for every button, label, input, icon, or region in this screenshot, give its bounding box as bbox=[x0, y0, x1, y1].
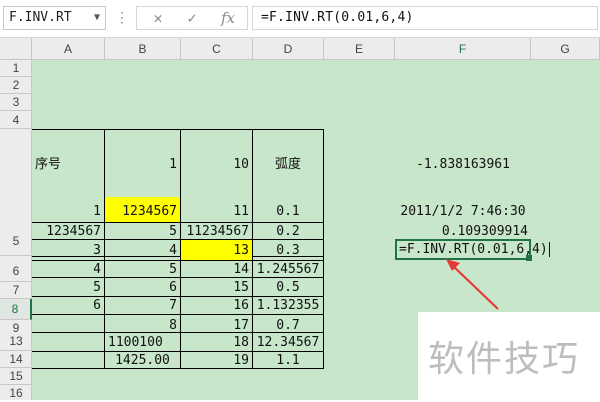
watermark-text: 软件技巧 bbox=[428, 339, 581, 380]
cell-a11[interactable]: 6 bbox=[32, 297, 105, 315]
row-header-16[interactable]: 16 bbox=[0, 385, 32, 400]
cell-b6[interactable]: 1234567 bbox=[105, 197, 181, 223]
column-header-e[interactable]: E bbox=[324, 38, 395, 60]
column-header-d[interactable]: D bbox=[253, 38, 324, 60]
cell-c10[interactable]: 15 bbox=[181, 278, 253, 297]
cell-d8[interactable]: 0.3 bbox=[253, 240, 324, 261]
cell-c12[interactable]: 17 bbox=[181, 315, 253, 333]
row-header-1[interactable]: 1 bbox=[0, 60, 32, 77]
row-header-7[interactable]: 7 bbox=[0, 282, 32, 299]
cell-c11[interactable]: 16 bbox=[181, 297, 253, 315]
cell-a9[interactable]: 4 bbox=[32, 261, 105, 278]
column-header-b[interactable]: B bbox=[105, 38, 181, 60]
chevron-down-icon[interactable]: ▼ bbox=[94, 7, 100, 29]
row-header-6[interactable]: 6 bbox=[0, 256, 32, 282]
cell-a10[interactable]: 5 bbox=[32, 278, 105, 297]
select-all-corner[interactable] bbox=[0, 38, 32, 60]
column-header-g[interactable]: G bbox=[531, 38, 600, 60]
cancel-icon[interactable]: ✕ bbox=[143, 7, 173, 29]
cell-c7[interactable]: 11234567 bbox=[181, 223, 253, 240]
cell-d7[interactable]: 0.2 bbox=[253, 223, 324, 240]
cell-a8[interactable]: 3 bbox=[32, 240, 105, 261]
column-header-c[interactable]: C bbox=[181, 38, 253, 60]
cell-f6[interactable]: 2011/1/2 7:46:30 bbox=[395, 197, 531, 223]
cell-d10[interactable]: 0.5 bbox=[253, 278, 324, 297]
row-header-5[interactable]: 5 bbox=[0, 129, 32, 256]
name-box-value: F.INV.RT bbox=[9, 10, 72, 25]
row-header-column-lower: 13 14 15 16 bbox=[0, 332, 32, 400]
cell-b12[interactable]: 8 bbox=[105, 315, 181, 333]
formula-bar: F.INV.RT ▼ ⋮ ✕ ✓ fx =F.INV.RT(0.01,6,4) bbox=[0, 0, 600, 38]
row-header-2[interactable]: 2 bbox=[0, 77, 32, 94]
cell-d12[interactable]: 0.7 bbox=[253, 315, 324, 333]
row-header-8[interactable]: 8 bbox=[0, 299, 32, 320]
column-header-f[interactable]: F bbox=[395, 38, 531, 60]
cell-c14[interactable]: 19 bbox=[181, 352, 253, 369]
name-box[interactable]: F.INV.RT ▼ bbox=[3, 6, 106, 30]
more-options-icon[interactable]: ⋮ bbox=[115, 8, 129, 28]
cell-c8[interactable]: 13 bbox=[181, 240, 253, 261]
annotation-arrow bbox=[446, 259, 499, 310]
cell-c6[interactable]: 11 bbox=[181, 197, 253, 223]
row-header-4[interactable]: 4 bbox=[0, 111, 32, 129]
cell-b13[interactable]: 1100100 bbox=[105, 333, 181, 352]
cell-b11[interactable]: 7 bbox=[105, 297, 181, 315]
cell-a6[interactable]: 1 bbox=[32, 197, 105, 223]
formula-input[interactable]: =F.INV.RT(0.01,6,4) bbox=[252, 6, 598, 30]
cell-d14[interactable]: 1.1 bbox=[253, 352, 324, 369]
cell-d9[interactable]: 1.245567 bbox=[253, 261, 324, 278]
insert-function-icon[interactable]: fx bbox=[213, 7, 243, 29]
cell-d11[interactable]: 1.132355 bbox=[253, 297, 324, 315]
cell-b10[interactable]: 6 bbox=[105, 278, 181, 297]
text-cursor bbox=[548, 242, 550, 257]
cell-d6[interactable]: 0.1 bbox=[253, 197, 324, 223]
row-header-14[interactable]: 14 bbox=[0, 351, 32, 368]
cell-a13[interactable] bbox=[32, 333, 105, 352]
enter-icon[interactable]: ✓ bbox=[177, 7, 207, 29]
row-header-15[interactable]: 15 bbox=[0, 368, 32, 385]
fill-handle[interactable] bbox=[526, 255, 532, 261]
cell-b14[interactable]: 1425.00 bbox=[105, 352, 181, 369]
cell-a12[interactable] bbox=[32, 315, 105, 333]
formula-actions: ✕ ✓ fx bbox=[136, 6, 248, 30]
cell-b7[interactable]: 5 bbox=[105, 223, 181, 240]
cell-d13[interactable]: 12.34567 bbox=[253, 333, 324, 352]
cell-f7[interactable]: 0.109309914 bbox=[395, 223, 531, 240]
row-header-13[interactable]: 13 bbox=[0, 332, 32, 351]
column-header-a[interactable]: A bbox=[32, 38, 105, 60]
cell-a7[interactable]: 1234567 bbox=[32, 223, 105, 240]
column-header-row: A B C D E F G bbox=[0, 38, 600, 60]
cell-b9[interactable]: 5 bbox=[105, 261, 181, 278]
cell-b8[interactable]: 4 bbox=[105, 240, 181, 261]
cell-a14[interactable] bbox=[32, 352, 105, 369]
row-header-3[interactable]: 3 bbox=[0, 94, 32, 111]
cell-c13[interactable]: 18 bbox=[181, 333, 253, 352]
cell-c9[interactable]: 14 bbox=[181, 261, 253, 278]
